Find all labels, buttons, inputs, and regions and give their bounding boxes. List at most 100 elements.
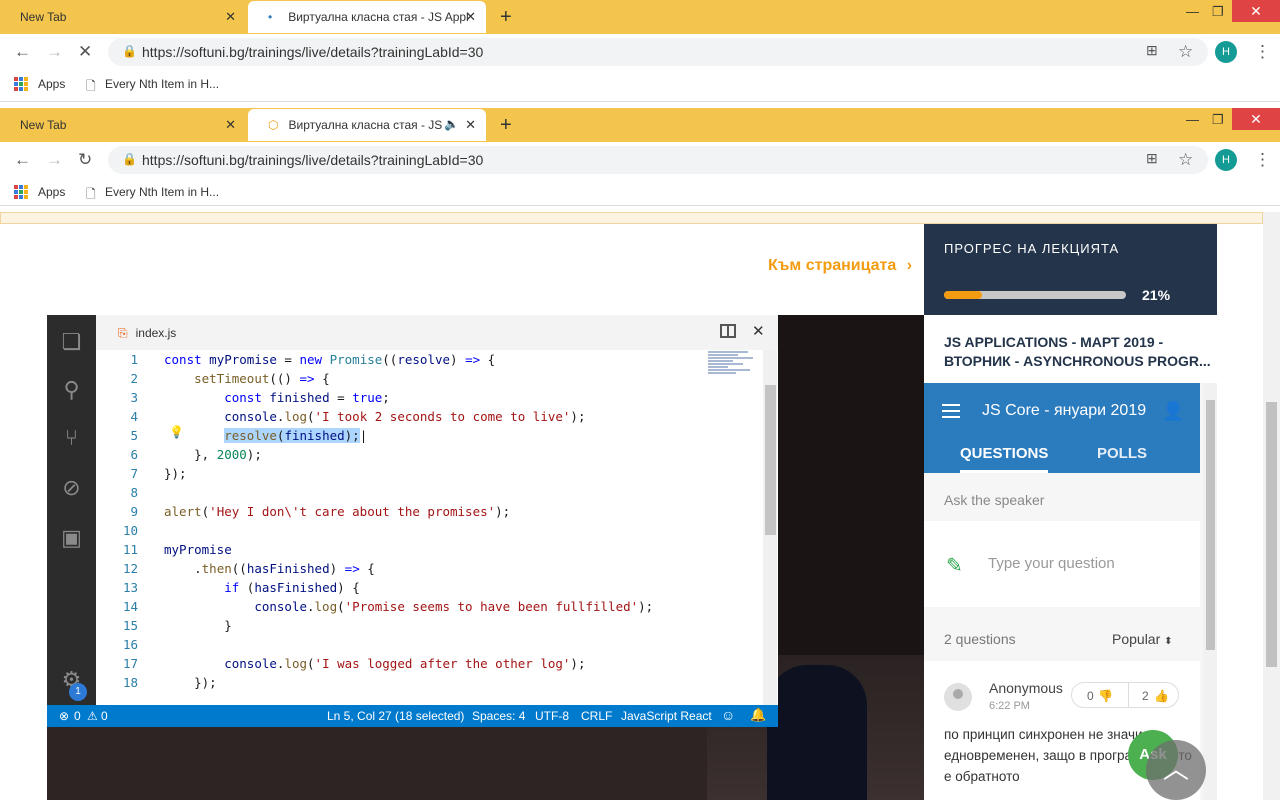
warnings-count[interactable]: 0 (101, 709, 108, 723)
back-icon[interactable]: ← (14, 150, 31, 170)
apps-icon[interactable] (14, 77, 28, 91)
tab-new-tab[interactable]: New Tab ✕ (0, 1, 246, 33)
bookmark-apps[interactable]: Apps (38, 77, 65, 91)
scroll-up-icon[interactable]: ︿ (1146, 740, 1206, 800)
code-line: myPromise (164, 542, 232, 557)
menu-icon[interactable]: ⋮ (1254, 150, 1271, 170)
errors-count[interactable]: 0 (74, 709, 81, 723)
line-ending[interactable]: CRLF (581, 709, 612, 723)
source-control-icon[interactable]: ⑂ (59, 425, 84, 450)
minimize-icon[interactable]: — (1186, 112, 1199, 127)
widget-scrollbar[interactable] (1203, 383, 1217, 800)
code-line: console.log('I was logged after the othe… (224, 656, 586, 671)
question-input[interactable]: ✎ Type your question (924, 521, 1200, 607)
encoding[interactable]: UTF-8 (535, 709, 569, 723)
line-number: 7 (130, 466, 138, 481)
editor-scrollbar[interactable] (763, 350, 777, 705)
close-tab-icon[interactable]: ✕ (225, 9, 236, 25)
progress-title: ПРОГРЕС НА ЛЕКЦИЯТА (944, 241, 1120, 256)
minimize-icon[interactable]: — (1186, 4, 1199, 19)
code-line: const myPromise = new Promise((resolve) … (164, 352, 496, 367)
loading-icon: • (268, 10, 273, 24)
close-tab-icon[interactable]: ✕ (465, 117, 476, 133)
language-mode[interactable]: JavaScript React (621, 709, 712, 723)
downvote-count[interactable]: 0 (1087, 689, 1094, 703)
warnings-icon[interactable]: ⚠ (87, 709, 98, 723)
bookmark-apps[interactable]: Apps (38, 185, 65, 199)
code-area[interactable]: 1 2 3 4 5 6 7 8 9 10 11 12 13 14 15 16 1… (96, 350, 778, 705)
translate-icon[interactable]: ⊞ (1146, 42, 1158, 59)
translate-icon[interactable]: ⊞ (1146, 150, 1158, 167)
maximize-icon[interactable]: ❐ (1212, 112, 1224, 128)
close-tab-icon[interactable]: ✕ (465, 9, 476, 25)
reload-icon[interactable]: ↻ (78, 150, 92, 170)
smiley-icon[interactable]: ☺ (721, 707, 735, 723)
tab-questions[interactable]: QUESTIONS (960, 445, 1049, 473)
toolbar: ← → ↻ 🔒 https://softuni.bg/trainings/liv… (0, 142, 1280, 178)
page-icon: 🗋 (86, 187, 96, 201)
address-bar[interactable]: 🔒 https://softuni.bg/trainings/live/deta… (108, 146, 1208, 174)
line-number: 6 (130, 447, 138, 462)
upvote-count[interactable]: 2 (1142, 689, 1149, 703)
new-tab-button[interactable]: + (500, 6, 512, 29)
tab-virtual-classroom[interactable]: • Виртуална класна стая - JS Appl ✕ (248, 1, 486, 33)
close-tab-icon[interactable]: ✕ (225, 117, 236, 133)
minimap[interactable] (708, 350, 763, 390)
question-author: Anonymous (989, 680, 1063, 696)
stop-icon[interactable]: ✕ (78, 42, 92, 62)
star-icon[interactable]: ☆ (1178, 42, 1193, 62)
bell-icon[interactable]: 🔔 (750, 707, 766, 723)
window-close-button[interactable]: ✕ (1232, 108, 1280, 130)
bookmarks-bar: Apps 🗋 Every Nth Item in H... (0, 70, 1280, 102)
line-number: 2 (130, 371, 138, 386)
line-number: 16 (122, 637, 138, 652)
tab-new-tab[interactable]: New Tab ✕ (0, 109, 246, 141)
split-editor-icon[interactable] (720, 324, 736, 338)
apps-icon[interactable] (14, 185, 28, 199)
user-icon[interactable]: 👤 (1162, 401, 1184, 422)
editor-scrollbar-thumb[interactable] (765, 385, 776, 535)
maximize-icon[interactable]: ❐ (1212, 4, 1224, 20)
tab-virtual-classroom[interactable]: ⬡ Виртуална класна стая - JS 🔈 ✕ (248, 109, 486, 141)
new-tab-button[interactable]: + (500, 114, 512, 137)
extensions-icon[interactable]: ▣ (59, 525, 84, 550)
widget-scrollbar-thumb[interactable] (1206, 400, 1215, 650)
code-line: }, 2000); (164, 447, 262, 462)
page-scrollbar[interactable] (1263, 212, 1280, 800)
debug-icon[interactable]: ⊘ (59, 475, 84, 500)
close-editor-icon[interactable]: ✕ (752, 322, 765, 340)
hamburger-menu-icon[interactable] (942, 404, 960, 418)
line-number: 10 (122, 523, 138, 538)
indentation[interactable]: Spaces: 4 (472, 709, 525, 723)
scrollbar-thumb[interactable] (1266, 402, 1277, 667)
avatar[interactable]: H (1215, 149, 1237, 171)
sidebar: ПРОГРЕС НА ЛЕКЦИЯТА 21% JS APPLICATIONS … (924, 212, 1217, 800)
avatar[interactable]: H (1215, 41, 1237, 63)
menu-icon[interactable]: ⋮ (1254, 42, 1271, 62)
line-number: 17 (122, 656, 138, 671)
sort-dropdown[interactable]: Popular ⬍ (1112, 631, 1173, 647)
cursor-position[interactable]: Ln 5, Col 27 (18 selected) (327, 709, 464, 723)
goto-page-link[interactable]: Към страницата › (768, 257, 912, 275)
address-bar[interactable]: 🔒 https://softuni.bg/trainings/live/deta… (108, 38, 1208, 66)
errors-icon[interactable]: ⊗ (59, 709, 69, 723)
audio-icon[interactable]: 🔈 (444, 117, 459, 131)
question-time: 6:22 PM (989, 700, 1030, 712)
window-close-button[interactable]: ✕ (1232, 0, 1280, 22)
thumbs-up-icon[interactable]: 👍 (1154, 689, 1169, 703)
author-avatar (944, 683, 972, 711)
tab-polls[interactable]: POLLS (1097, 445, 1147, 462)
bookmark-nth-item[interactable]: Every Nth Item in H... (105, 77, 219, 91)
lightbulb-icon[interactable]: 💡 (169, 425, 184, 439)
star-icon[interactable]: ☆ (1178, 150, 1193, 170)
bookmark-nth-item[interactable]: Every Nth Item in H... (105, 185, 219, 199)
forward-icon[interactable]: → (46, 150, 63, 170)
explorer-icon[interactable]: ❏ (59, 329, 84, 354)
back-icon[interactable]: ← (14, 42, 31, 62)
tab-strip: New Tab ✕ ⬡ Виртуална класна стая - JS 🔈 … (0, 108, 1280, 142)
search-icon[interactable]: ⚲ (59, 377, 84, 402)
file-icon: ⎘ (118, 326, 128, 340)
editor-tab-index-js[interactable]: ⎘ index.js (118, 326, 176, 341)
thumbs-down-icon[interactable]: 👎 (1098, 689, 1113, 703)
forward-icon[interactable]: → (46, 42, 63, 62)
